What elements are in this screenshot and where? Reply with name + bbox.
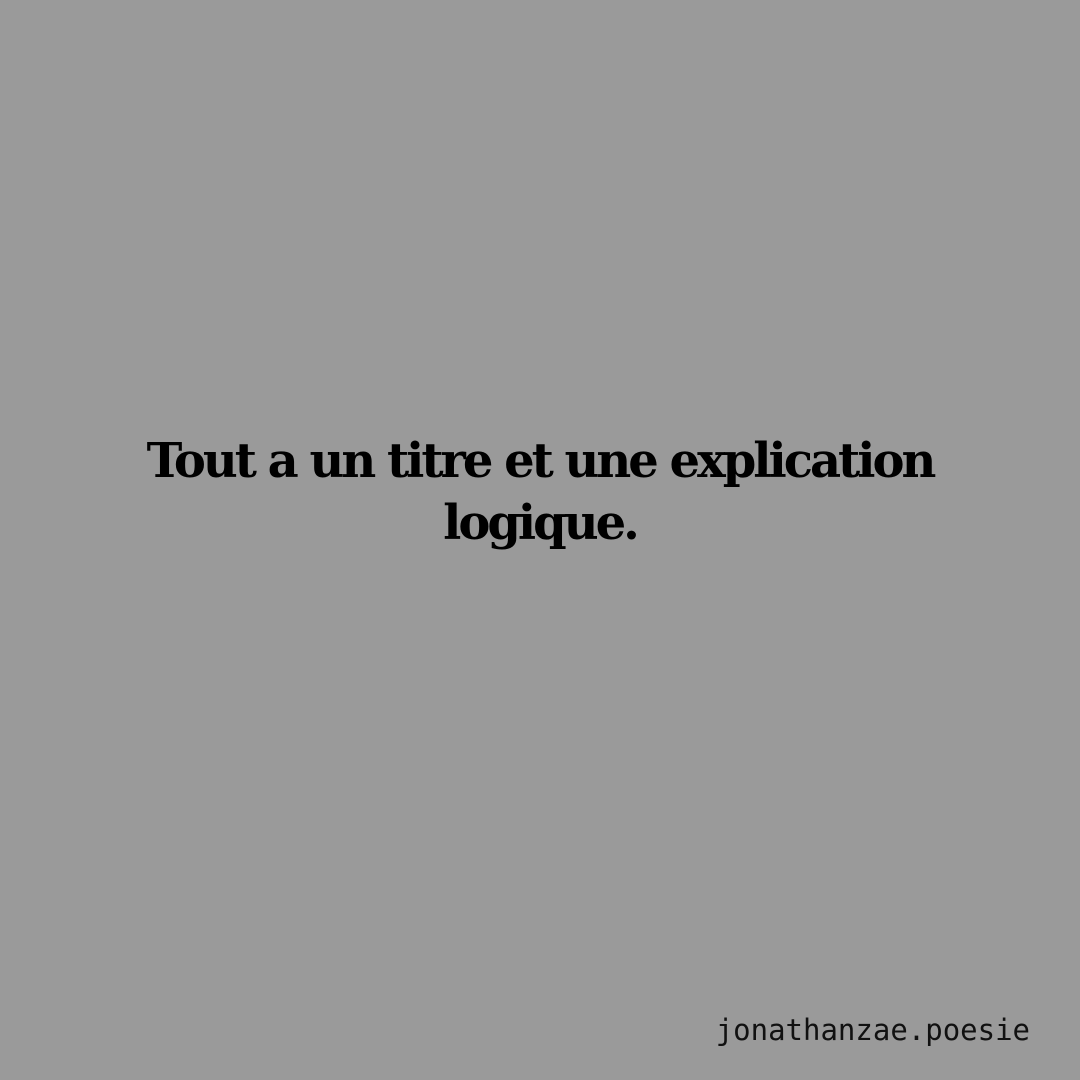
post-canvas: Tout a un titre et une explication logiq… — [0, 0, 1080, 1080]
quote-line-1: Tout a un titre et une explication — [146, 433, 937, 489]
author-handle: jonathanzae.poesie — [715, 1013, 1030, 1047]
quote-line-2: logique. — [443, 495, 640, 551]
quote-text: Tout a un titre et une explication logiq… — [100, 430, 980, 554]
